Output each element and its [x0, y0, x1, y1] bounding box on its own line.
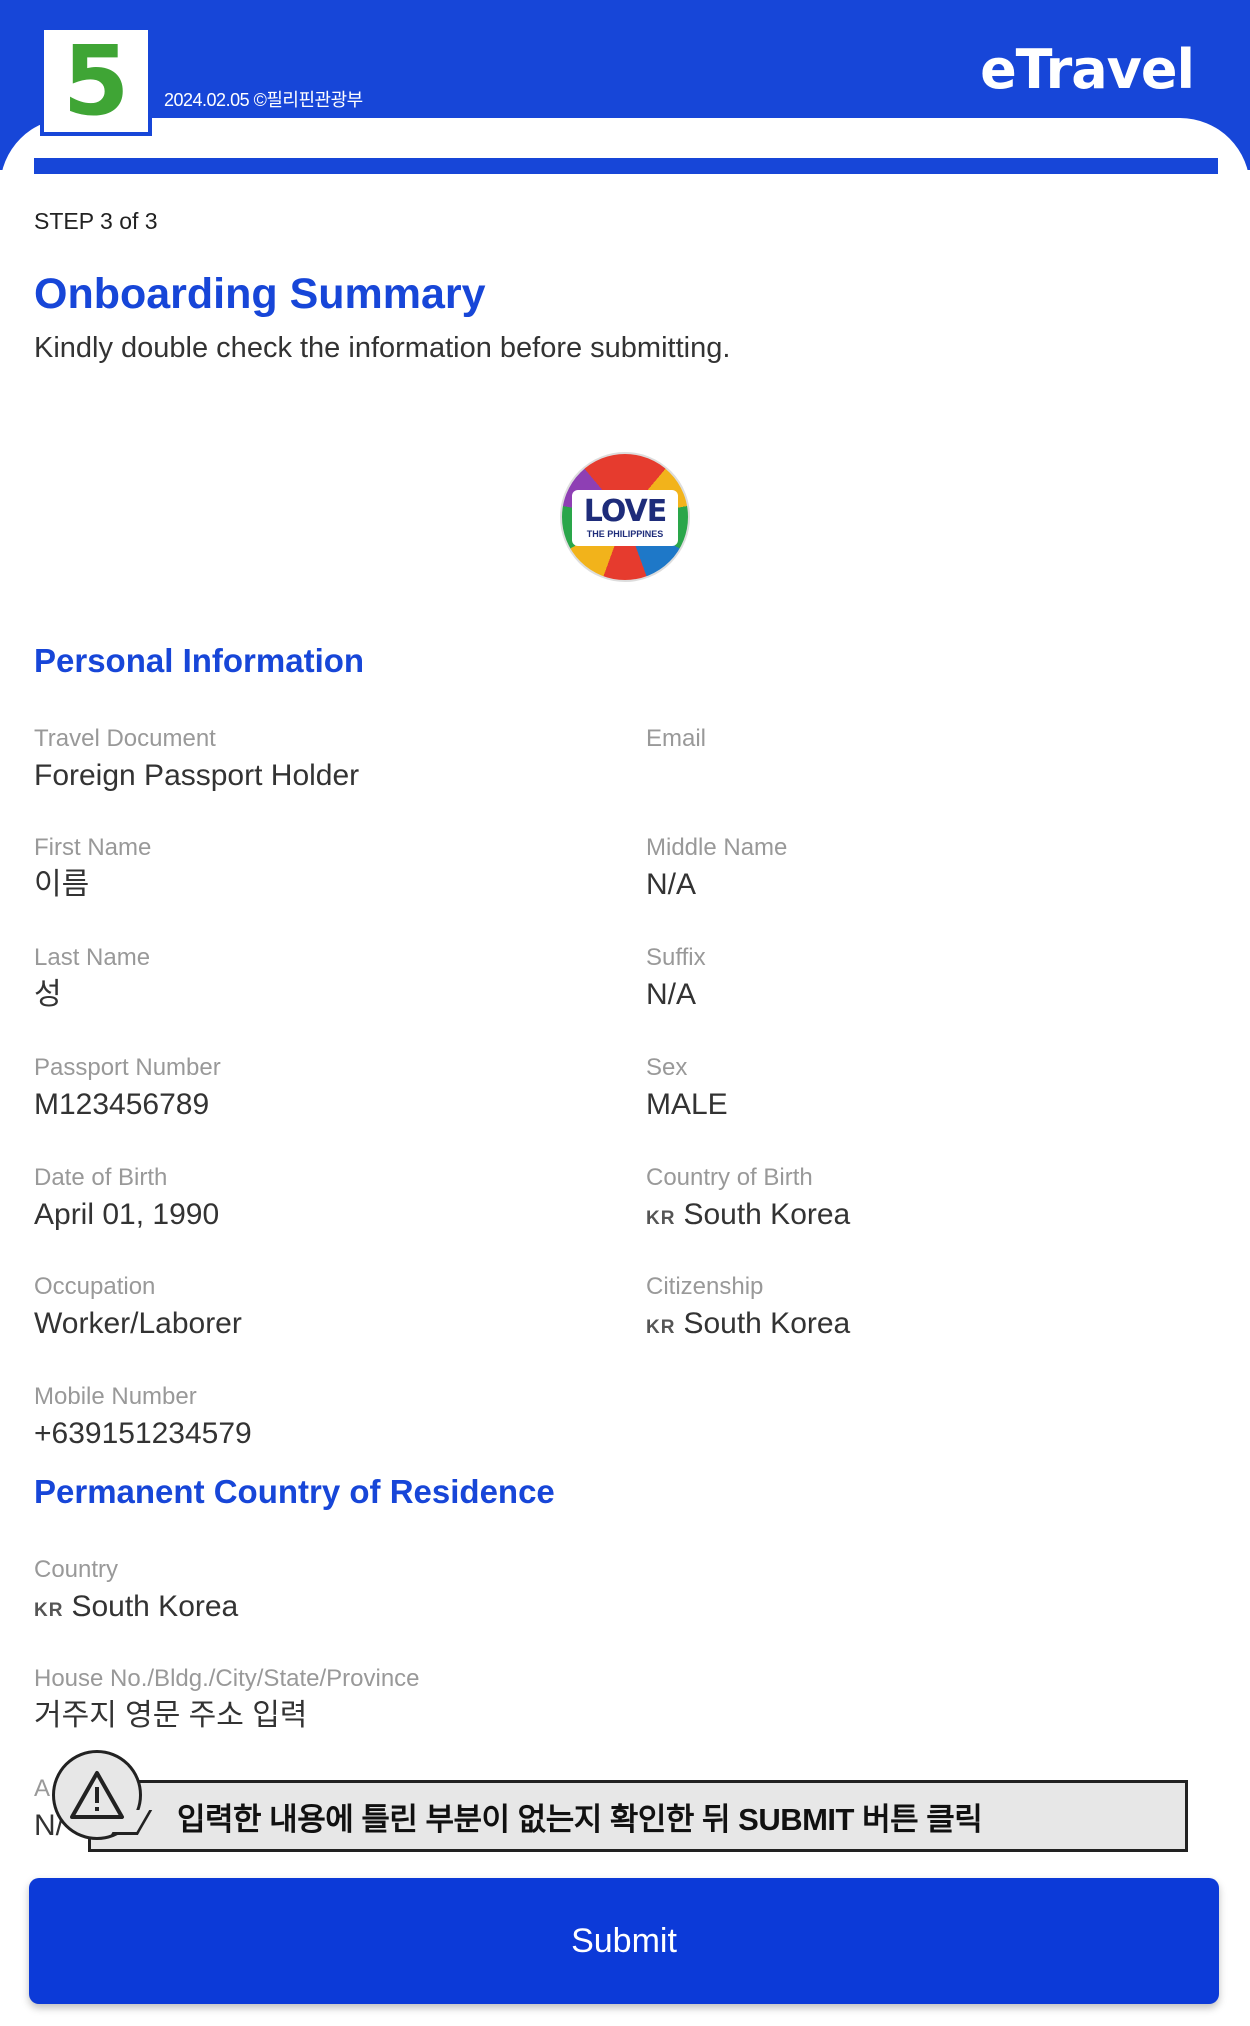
field-value: KR South Korea — [646, 1306, 850, 1342]
field-value: 성 — [34, 977, 62, 1011]
field-label: Occupation — [34, 1273, 156, 1300]
page-subtitle: Kindly double check the information befo… — [34, 332, 731, 364]
field-sex: Sex MALE — [646, 1054, 728, 1123]
country-code: KR — [34, 1599, 64, 1621]
section-title-personal: Personal Information — [34, 642, 365, 679]
page-title: Onboarding Summary — [34, 270, 486, 318]
field-label: Sex — [646, 1054, 688, 1081]
field-residence-country: Country KR South Korea — [34, 1556, 238, 1625]
field-passport-number: Passport Number M123456789 — [34, 1054, 221, 1123]
field-value: M123456789 — [34, 1087, 210, 1121]
field-value: N/A — [646, 977, 697, 1011]
field-value: 거주지 영문 주소 입력 — [34, 1698, 308, 1732]
field-mobile-number: Mobile Number +639151234579 — [34, 1383, 252, 1452]
field-value: N/A — [646, 867, 697, 901]
field-country-of-birth: Country of Birth KR South Korea — [646, 1164, 850, 1233]
field-value: Worker/Laborer — [34, 1306, 242, 1340]
field-citizenship: Citizenship KR South Korea — [646, 1273, 850, 1342]
field-label: Travel Document — [34, 725, 216, 752]
logo-inner: LOVE THE PHILIPPINES — [572, 490, 678, 546]
instruction-banner: 입력한 내용에 틀린 부분이 없는지 확인한 뒤 SUBMIT 버튼 클릭 — [88, 1780, 1188, 1852]
country-code: KR — [646, 1316, 676, 1338]
submit-button[interactable]: Submit — [29, 1878, 1219, 2004]
credit-caption: 2024.02.05 ©필리핀관광부 — [164, 90, 363, 110]
field-last-name: Last Name 성 — [34, 944, 150, 1013]
field-travel-document: Travel Document Foreign Passport Holder — [34, 725, 359, 794]
field-label: Mobile Number — [34, 1383, 197, 1410]
field-value: +639151234579 — [34, 1416, 252, 1450]
field-label: Middle Name — [646, 834, 788, 861]
field-value: Foreign Passport Holder — [34, 758, 360, 792]
field-label: First Name — [34, 834, 152, 861]
logo-word: LOVE — [583, 494, 667, 529]
step-number-badge: 5 — [40, 26, 152, 136]
etravel-logo: eTravel — [980, 38, 1195, 101]
country-name: South Korea — [71, 1589, 239, 1623]
field-middle-name: Middle Name N/A — [646, 834, 787, 903]
field-value: 이름 — [34, 867, 90, 901]
field-value: KR South Korea — [34, 1589, 238, 1625]
country-code: KR — [646, 1207, 676, 1229]
field-email: Email — [646, 725, 706, 758]
step-indicator: STEP 3 of 3 — [34, 208, 158, 234]
instruction-text: 입력한 내용에 틀린 부분이 없는지 확인한 뒤 SUBMIT 버튼 클릭 — [177, 1801, 983, 1837]
field-residence-address: House No./Bldg./City/State/Province 거주지 … — [34, 1665, 420, 1734]
field-label: Email — [646, 725, 707, 752]
field-value: KR South Korea — [646, 1197, 850, 1233]
field-suffix: Suffix N/A — [646, 944, 706, 1013]
section-title-residence: Permanent Country of Residence — [34, 1473, 555, 1510]
field-value: April 01, 1990 — [34, 1197, 220, 1231]
field-occupation: Occupation Worker/Laborer — [34, 1273, 242, 1342]
warning-triangle-icon — [70, 1771, 124, 1819]
step-number: 5 — [62, 25, 130, 137]
field-first-name: First Name 이름 — [34, 834, 151, 903]
country-name: South Korea — [683, 1197, 851, 1231]
field-label: Country — [34, 1556, 119, 1583]
field-label: Citizenship — [646, 1273, 764, 1300]
field-label: Suffix — [646, 944, 706, 971]
field-label: Last Name — [34, 944, 151, 971]
warning-icon — [52, 1750, 142, 1840]
progress-bar — [34, 158, 1218, 174]
field-label: Date of Birth — [34, 1164, 168, 1191]
field-date-of-birth: Date of Birth April 01, 1990 — [34, 1164, 219, 1233]
logo-subtext: THE PHILIPPINES — [586, 529, 664, 539]
field-value: MALE — [646, 1087, 728, 1121]
love-the-philippines-logo: LOVE THE PHILIPPINES — [560, 452, 690, 582]
field-label: House No./Bldg./City/State/Province — [34, 1665, 420, 1692]
field-label: Country of Birth — [646, 1164, 813, 1191]
country-name: South Korea — [683, 1306, 851, 1340]
field-label: Passport Number — [34, 1054, 221, 1081]
